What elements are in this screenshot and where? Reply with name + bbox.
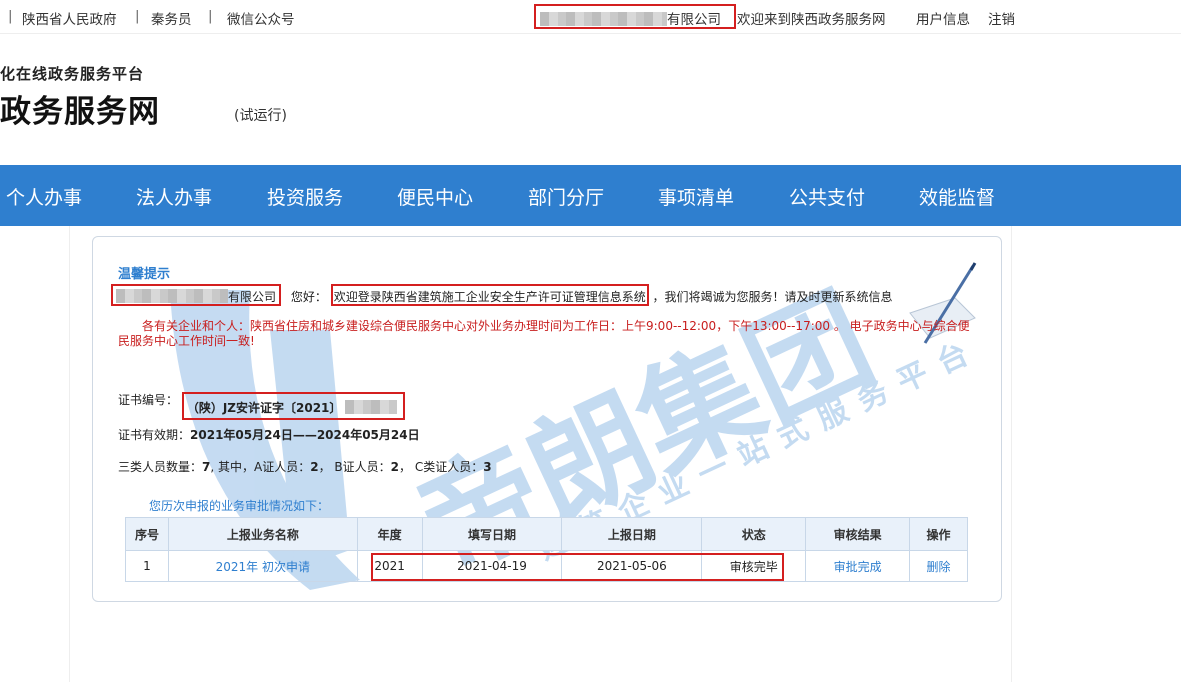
cell-fill-date: 2021-04-19 bbox=[421, 550, 563, 582]
welcome-text: 欢迎来到陕西政务服务网 bbox=[737, 12, 886, 28]
redacted-text bbox=[540, 12, 667, 26]
staff-count-line: 三类人员数量：7, 其中，A证人员：2， B证人员：2， C类证人员：3 bbox=[118, 458, 492, 475]
staff-b-count: 2 bbox=[390, 460, 399, 474]
separator: | bbox=[8, 8, 13, 24]
col-report-date: 上报日期 bbox=[561, 517, 703, 551]
col-name: 上报业务名称 bbox=[167, 517, 358, 551]
separator: | bbox=[135, 8, 140, 24]
history-title: 您历次申报的业务审批情况如下： bbox=[149, 499, 330, 513]
nav-payment[interactable]: 公共支付 bbox=[789, 183, 865, 210]
nav-item-list[interactable]: 事项清单 bbox=[658, 183, 734, 210]
staff-c-count: 3 bbox=[483, 460, 492, 474]
gov-link[interactable]: 陕西省人民政府 bbox=[22, 8, 117, 28]
system-welcome-text: 欢迎登录陕西省建筑施工企业安全生产许可证管理信息系统 bbox=[333, 290, 646, 304]
cert-number-box: （陕）JZ安许证字〔2021〕 bbox=[181, 392, 406, 420]
business-name-link[interactable]: 2021年 初次申请 bbox=[167, 550, 358, 582]
cell-no: 1 bbox=[125, 550, 169, 582]
col-fill-date: 填写日期 bbox=[421, 517, 563, 551]
col-result: 审核结果 bbox=[805, 517, 911, 551]
cell-report-date: 2021-05-06 bbox=[561, 550, 703, 582]
cert-number-label: 证书编号： bbox=[118, 393, 179, 407]
records-table: 序号 上报业务名称 年度 填写日期 上报日期 状态 审核结果 操作 1 2021… bbox=[125, 517, 968, 582]
service-message: ，我们将竭诚为您服务！请及时更新系统信息 bbox=[652, 290, 893, 304]
qin-link[interactable]: 秦务员 bbox=[151, 8, 192, 28]
staff-c-label: ， C类证人员： bbox=[399, 460, 484, 474]
staff-a-count: 2 bbox=[310, 460, 319, 474]
main-nav: 个人办事 法人办事 投资服务 便民中心 部门分厅 事项清单 公共支付 效能监督 bbox=[0, 165, 1181, 226]
staff-label: 三类人员数量： bbox=[118, 460, 203, 474]
logo-title[interactable]: 政务服务网 bbox=[0, 86, 160, 131]
nav-personal[interactable]: 个人办事 bbox=[6, 183, 82, 210]
approval-result-link[interactable]: 审批完成 bbox=[805, 550, 911, 582]
logout-link[interactable]: 注销 bbox=[988, 8, 1015, 28]
nav-supervision[interactable]: 效能监督 bbox=[919, 183, 995, 210]
col-status: 状态 bbox=[701, 517, 807, 551]
cell-year: 2021 bbox=[356, 550, 423, 582]
table-row: 1 2021年 初次申请 2021 2021-04-19 2021-05-06 … bbox=[125, 550, 968, 582]
greeting-line: 有限公司 您好： 欢迎登录陕西省建筑施工企业安全生产许可证管理信息系统 ，我们将… bbox=[111, 284, 893, 306]
system-welcome-box: 欢迎登录陕西省建筑施工企业安全生产许可证管理信息系统 bbox=[330, 284, 649, 306]
wechat-link[interactable]: 微信公众号 bbox=[227, 8, 295, 28]
top-bar: | 陕西省人民政府 | 秦务员 | 微信公众号 有限公司 欢迎来到陕西政务服务网… bbox=[0, 0, 1181, 34]
redacted-text bbox=[345, 400, 398, 414]
validity-line: 证书有效期：2021年05月24日——2024年05月24日 bbox=[118, 426, 420, 443]
company-name-box: 有限公司 bbox=[111, 284, 282, 306]
cert-number-value: （陕）JZ安许证字〔2021〕 bbox=[186, 401, 342, 415]
col-year: 年度 bbox=[356, 517, 423, 551]
greeting-text: 您好： bbox=[290, 290, 327, 304]
col-action: 操作 bbox=[909, 517, 968, 551]
user-info-link[interactable]: 用户信息 bbox=[916, 8, 970, 28]
delete-link[interactable]: 删除 bbox=[909, 550, 968, 582]
nav-convenience[interactable]: 便民中心 bbox=[397, 183, 473, 210]
cell-status: 审核完毕 bbox=[701, 550, 807, 582]
staff-b-label: ， B证人员： bbox=[318, 460, 391, 474]
table-header-row: 序号 上报业务名称 年度 填写日期 上报日期 状态 审核结果 操作 bbox=[125, 517, 968, 551]
company-name-box: 有限公司 bbox=[534, 4, 736, 29]
office-hours-notice: 各有关企业和个人：陕西省住房和城乡建设综合便民服务中心对外业务办理时间为工作日：… bbox=[118, 319, 978, 349]
company-suffix: 有限公司 bbox=[667, 12, 721, 28]
cert-number-line: 证书编号： （陕）JZ安许证字〔2021〕 bbox=[118, 391, 406, 420]
notice-text: 各有关企业和个人：陕西省住房和城乡建设综合便民服务中心对外业务办理时间为工作日：… bbox=[118, 319, 970, 348]
tip-title: 温馨提示 bbox=[118, 267, 171, 282]
nav-departments[interactable]: 部门分厅 bbox=[528, 183, 604, 210]
separator: | bbox=[208, 8, 213, 24]
col-no: 序号 bbox=[125, 517, 169, 551]
company-suffix: 有限公司 bbox=[228, 290, 277, 304]
validity-value: 2021年05月24日——2024年05月24日 bbox=[190, 428, 420, 442]
redacted-text bbox=[116, 289, 228, 303]
trial-label: (试运行) bbox=[234, 108, 287, 124]
logo-subtitle: 化在线政务服务平台 bbox=[0, 65, 145, 83]
validity-label: 证书有效期： bbox=[118, 428, 191, 442]
nav-corporate[interactable]: 法人办事 bbox=[136, 183, 212, 210]
staff-mid: , 其中，A证人员： bbox=[210, 460, 311, 474]
nav-investment[interactable]: 投资服务 bbox=[267, 183, 343, 210]
